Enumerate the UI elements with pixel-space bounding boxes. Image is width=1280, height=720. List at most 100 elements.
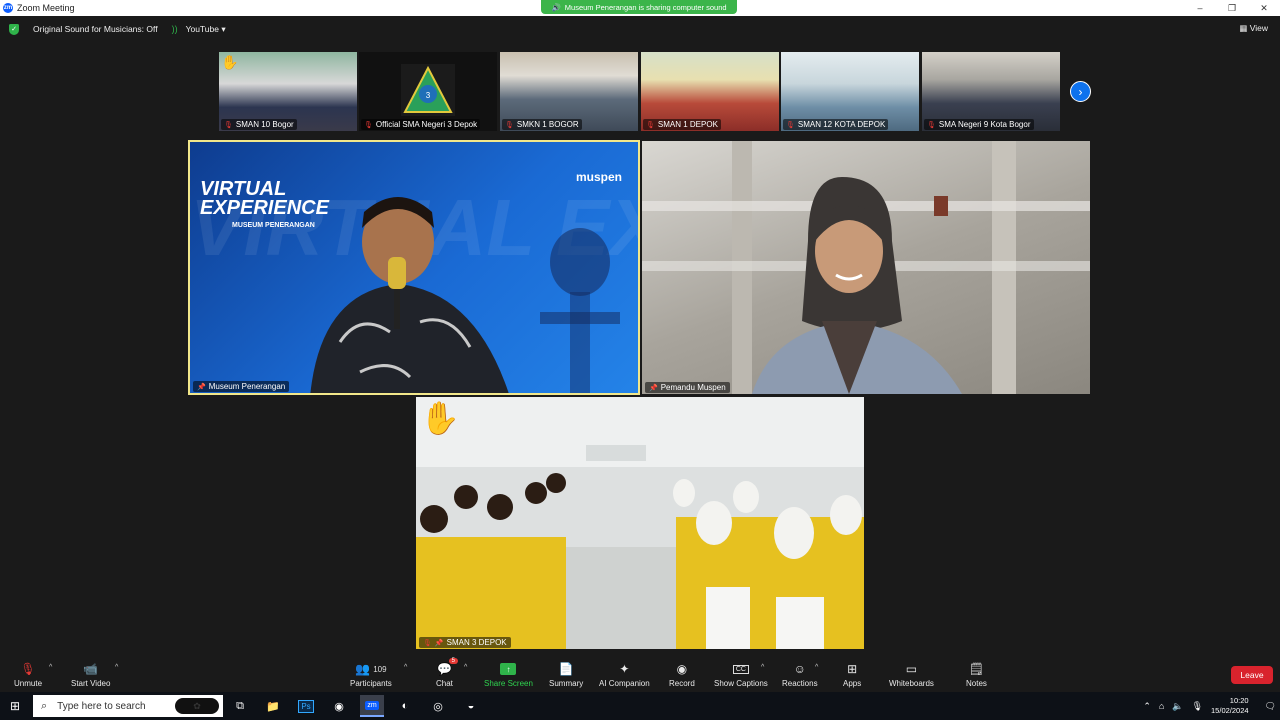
participant-name: SMAN 12 KOTA DEPOK — [797, 120, 886, 129]
chat-button[interactable]: 💬 5 Chat — [436, 658, 458, 688]
muspen-logo: muspen — [575, 170, 622, 184]
zoom-app-icon[interactable]: zm — [360, 695, 384, 717]
mic-muted-icon: 🎙 — [224, 121, 233, 129]
show-captions-button[interactable]: CC Show Captions — [714, 661, 768, 688]
summary-icon: 📄 — [558, 662, 574, 676]
restore-button[interactable]: ❐ — [1216, 0, 1248, 16]
participant-thumbnail[interactable]: 🎙 SMAN 1 DEPOK — [641, 52, 779, 131]
microphone-icon[interactable]: 🎙 — [1192, 701, 1203, 712]
apps-button[interactable]: ⊞ Apps — [843, 661, 861, 688]
reactions-label: Reactions — [782, 679, 818, 688]
sparkle-icon: ✦ — [619, 662, 630, 676]
pin-icon: 📌 — [649, 384, 658, 392]
participant-label: 🎙 SMKN 1 BOGOR — [502, 119, 582, 130]
leave-button[interactable]: Leave — [1231, 666, 1273, 684]
participant-thumbnail[interactable]: 3 🎙 Official SMA Negeri 3 Depok — [359, 52, 497, 131]
show-captions-label: Show Captions — [714, 679, 768, 688]
participant-thumbnail[interactable]: 🎙 SMKN 1 BOGOR — [500, 52, 638, 131]
reactions-button[interactable]: ☺ Reactions — [782, 661, 818, 688]
meeting-info-bar: ✓ Original Sound for Musicians: Off )) Y… — [0, 16, 1280, 42]
clock-time: 10:20 — [1229, 696, 1249, 705]
chat-icon: 💬 5 — [437, 658, 458, 677]
youtube-label: YouTube — [185, 23, 219, 34]
participant-name: Official SMA Negeri 3 Depok — [375, 120, 478, 129]
photoshop-icon[interactable]: Ps — [294, 695, 318, 717]
youtube-stream-menu[interactable]: YouTube ▾ — [186, 24, 226, 35]
summary-button[interactable]: 📄 Summary — [549, 661, 583, 688]
apps-icon: ⊞ — [847, 662, 858, 676]
audio-options-caret[interactable]: ^ — [49, 664, 52, 671]
zoom-logo-icon: zm — [3, 3, 13, 13]
file-explorer-icon[interactable]: 📁 — [261, 695, 285, 717]
search-icon: ⌕ — [41, 699, 48, 712]
ai-companion-label: AI Companion — [599, 679, 650, 688]
close-button[interactable]: ✕ — [1248, 0, 1280, 16]
captions-options-caret[interactable]: ^ — [761, 664, 764, 671]
whiteboards-button[interactable]: ▭ Whiteboards — [889, 661, 934, 688]
participant-name: SMKN 1 BOGOR — [516, 120, 579, 129]
notifications-icon[interactable]: 🗨 — [1265, 701, 1276, 712]
app-icon[interactable]: ◎ — [426, 695, 450, 717]
next-page-button[interactable]: › — [1070, 81, 1091, 102]
taskbar-clock[interactable]: 10:20 15/02/2024 — [1207, 696, 1253, 716]
window-controls: – ❐ ✕ — [1184, 0, 1280, 16]
record-button[interactable]: ◉ Record — [669, 661, 695, 688]
apps-label: Apps — [843, 679, 862, 688]
pin-icon: 📌 — [434, 639, 444, 647]
chat-options-caret[interactable]: ^ — [464, 664, 467, 671]
start-video-button[interactable]: 📹 Start Video — [71, 661, 110, 688]
taskbar-search-box[interactable]: ⌕ Type here to search ✿ — [33, 695, 223, 717]
video-tile[interactable]: ✋ 🎙 📌 SMAN 3 DEPOK — [416, 397, 864, 649]
participant-name-label: 🎙 📌 SMAN 3 DEPOK — [419, 637, 511, 648]
ai-companion-button[interactable]: ✦ AI Companion — [599, 661, 650, 688]
participants-button[interactable]: 👥 109 Participants — [350, 661, 392, 688]
participant-thumbnail[interactable]: 🎙 SMAN 12 KOTA DEPOK — [781, 52, 919, 131]
copilot-icon[interactable]: ✿ — [175, 698, 219, 714]
whiteboards-label: Whiteboards — [889, 679, 934, 688]
video-off-icon: 📹 — [83, 662, 99, 676]
minimize-button[interactable]: – — [1184, 0, 1216, 16]
volume-icon[interactable]: 🔈 — [1172, 701, 1183, 712]
participant-thumbnail[interactable]: 🎙 SMA Negeri 9 Kota Bogor — [922, 52, 1060, 131]
app-icon[interactable]: ◐ — [393, 695, 417, 717]
unmute-button[interactable]: 🎙 Unmute — [14, 661, 42, 688]
view-menu[interactable]: ▦ View — [1239, 23, 1268, 34]
tray-overflow-icon[interactable]: ⌃ — [1143, 701, 1151, 712]
participants-count: 109 — [373, 664, 387, 674]
window-title-bar: zm Zoom Meeting 🔊 Museum Penerangan is s… — [0, 0, 1280, 16]
chevron-right-icon: › — [1078, 84, 1083, 99]
participants-label: Participants — [350, 679, 392, 688]
windows-start-icon[interactable]: ⊞ — [0, 692, 30, 720]
speaker-icon: 🔊 — [551, 2, 561, 12]
record-icon: ◉ — [676, 662, 688, 676]
guide-figure — [752, 177, 962, 394]
chrome-icon[interactable]: ◉ — [327, 695, 351, 717]
video-options-caret[interactable]: ^ — [115, 664, 118, 671]
participant-label: 🎙 SMAN 12 KOTA DEPOK — [783, 119, 889, 130]
app-icon[interactable]: ◒ — [459, 695, 483, 717]
mic-muted-icon: 🎙 — [364, 121, 373, 129]
video-tile-active-speaker[interactable]: VIRTUAL EXPERIENCE VIRTUAL EXPERIENCE MU… — [188, 140, 640, 395]
notes-button[interactable]: 🗒 Notes — [966, 661, 987, 688]
participants-options-caret[interactable]: ^ — [404, 664, 407, 671]
chat-unread-badge: 5 — [448, 658, 458, 664]
search-placeholder: Type here to search — [57, 700, 146, 712]
view-label: View — [1249, 23, 1268, 33]
live-stream-icon: )) — [171, 24, 178, 34]
participant-thumbnail[interactable]: ✋ 🎙 SMAN 10 Bogor — [219, 52, 357, 131]
captions-icon: CC — [732, 661, 749, 677]
mic-muted-icon: 🎙 — [423, 639, 432, 647]
speaker-figure — [310, 197, 509, 393]
sharing-notice[interactable]: 🔊 Museum Penerangan is sharing computer … — [541, 0, 737, 14]
security-shield-icon[interactable]: ✓ — [9, 23, 19, 35]
share-screen-button[interactable]: ↑ Share Screen — [484, 661, 533, 688]
statue-figure — [540, 228, 620, 393]
video-tile[interactable]: 📌 Pemandu Muspen — [642, 141, 1090, 394]
task-view-icon[interactable]: ⧉ — [228, 695, 252, 717]
reactions-options-caret[interactable]: ^ — [815, 664, 818, 671]
network-icon[interactable]: ⌂ — [1159, 701, 1164, 711]
mic-muted-icon: 🎙 — [646, 121, 655, 129]
original-sound-status[interactable]: Original Sound for Musicians: Off — [33, 24, 158, 34]
chat-label: Chat — [436, 679, 453, 688]
participant-name: SMA Negeri 9 Kota Bogor — [938, 120, 1031, 129]
